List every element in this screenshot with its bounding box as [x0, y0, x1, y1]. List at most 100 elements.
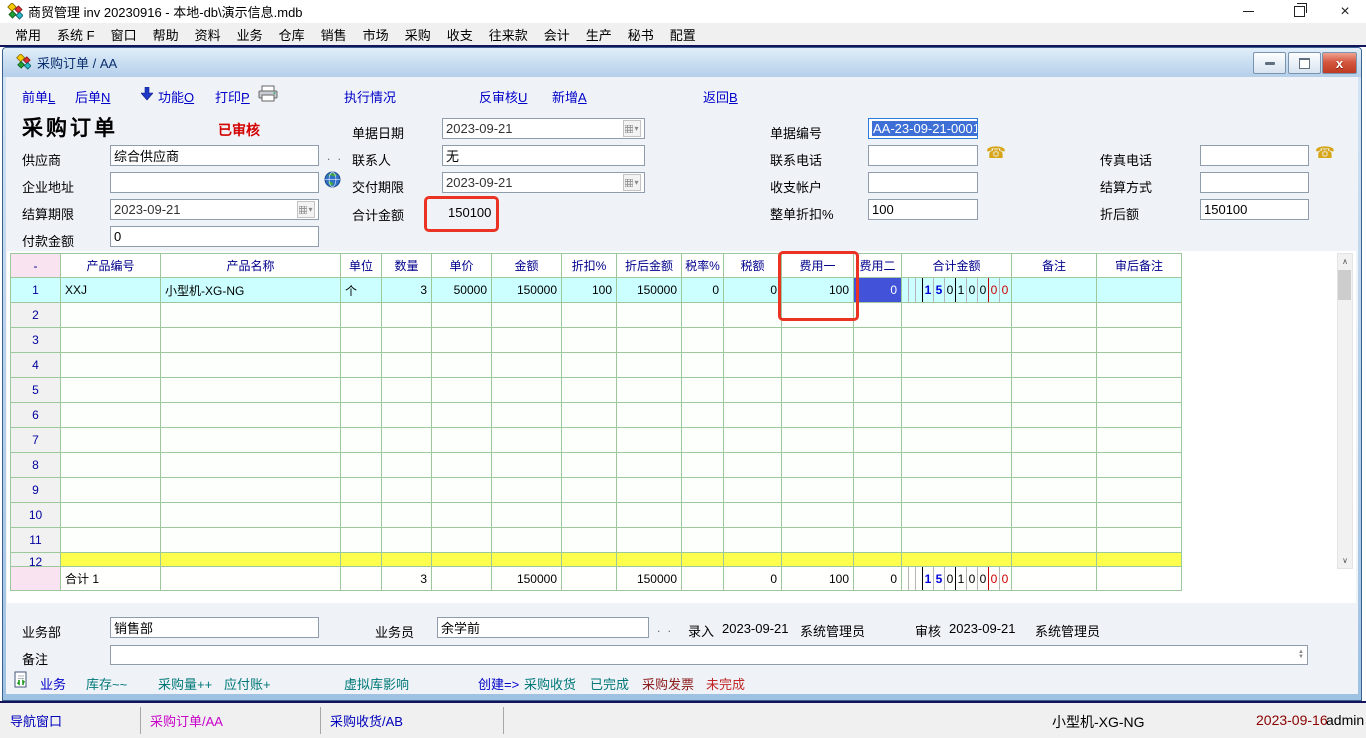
grid-cell[interactable]	[341, 328, 382, 353]
grid-cell[interactable]	[562, 478, 617, 503]
grid-cell-code[interactable]: XXJ	[61, 278, 161, 303]
grid-cell[interactable]	[854, 503, 902, 528]
grid-cell[interactable]	[161, 553, 341, 567]
grid-cell[interactable]	[724, 328, 782, 353]
grid-cell[interactable]	[382, 303, 432, 328]
grid-cell[interactable]	[782, 328, 854, 353]
grid-cell[interactable]	[1012, 553, 1097, 567]
grid-cell[interactable]	[617, 528, 682, 553]
window-close-button[interactable]: ×	[1330, 1, 1360, 22]
grid-cell[interactable]	[562, 303, 617, 328]
grid-cell[interactable]	[1097, 503, 1182, 528]
grid-cell[interactable]	[432, 428, 492, 453]
grid-cell[interactable]	[562, 428, 617, 453]
row-number-cell[interactable]: 2	[11, 303, 61, 328]
contact-input[interactable]: 无	[442, 145, 645, 166]
grid-cell[interactable]	[492, 303, 562, 328]
toolbar-link[interactable]: 新增A	[552, 87, 587, 106]
grid-cell[interactable]	[161, 378, 341, 403]
scrollbar-thumb[interactable]	[1338, 270, 1351, 300]
grid-cell[interactable]	[161, 528, 341, 553]
grid-cell[interactable]	[1012, 378, 1097, 403]
grid-cell[interactable]	[1097, 453, 1182, 478]
grid-cell[interactable]	[682, 403, 724, 428]
grid-cell[interactable]	[854, 328, 902, 353]
grid-cell[interactable]	[682, 428, 724, 453]
phone-icon[interactable]: ☎	[1315, 146, 1335, 162]
grid-cell[interactable]	[902, 553, 1012, 567]
window-minimize-button[interactable]	[1233, 1, 1263, 22]
mdi-minimize-button[interactable]	[1253, 52, 1286, 74]
grid-cell[interactable]	[432, 353, 492, 378]
footer-link[interactable]: 库存~~	[86, 674, 127, 693]
mdi-maximize-button[interactable]	[1288, 52, 1321, 74]
grid-cell-qty[interactable]: 3	[382, 278, 432, 303]
grid-cell[interactable]	[161, 353, 341, 378]
phone-icon[interactable]: ☎	[986, 146, 1006, 162]
grid-cell[interactable]	[782, 403, 854, 428]
spinner-control[interactable]: ▲▼	[1298, 650, 1304, 660]
taskbar-item[interactable]: 导航窗口	[0, 707, 140, 734]
grid-cell[interactable]	[724, 503, 782, 528]
grid-cell[interactable]	[562, 403, 617, 428]
grid-cell[interactable]	[724, 478, 782, 503]
grid-cell[interactable]	[682, 503, 724, 528]
grid-cell[interactable]	[382, 478, 432, 503]
grid-cell[interactable]	[341, 353, 382, 378]
footer-link[interactable]: 虚拟库影响	[344, 674, 409, 693]
grid-cell[interactable]	[562, 553, 617, 567]
grid-cell[interactable]	[1097, 303, 1182, 328]
grid-cell[interactable]	[341, 478, 382, 503]
menu-item[interactable]: 收支	[440, 23, 480, 46]
footer-link[interactable]: 业务	[40, 674, 66, 693]
settle-deadline-input[interactable]: 2023-09-21 ▾	[110, 199, 319, 220]
toolbar-link[interactable]: 后单N	[75, 87, 110, 106]
grid-cell[interactable]	[617, 328, 682, 353]
grid-cell[interactable]	[61, 303, 161, 328]
grid-cell[interactable]	[782, 478, 854, 503]
footer-link[interactable]: 采购收货	[524, 674, 576, 693]
grid-cell[interactable]	[854, 478, 902, 503]
grid-cell[interactable]	[782, 378, 854, 403]
toolbar-link[interactable]: 功能O	[158, 87, 194, 106]
menu-item[interactable]: 销售	[314, 23, 354, 46]
grid-cell[interactable]	[617, 453, 682, 478]
grid-cell[interactable]	[724, 453, 782, 478]
footer-link[interactable]: 采购发票	[642, 674, 694, 693]
grid-cell-discount[interactable]: 100	[562, 278, 617, 303]
grid-cell[interactable]	[562, 528, 617, 553]
grid-cell[interactable]	[782, 453, 854, 478]
taskbar-item[interactable]: 采购收货/AB	[320, 707, 503, 734]
toolbar-link[interactable]: 打印P	[215, 87, 250, 106]
grid-cell[interactable]	[492, 428, 562, 453]
row-number-cell[interactable]: 7	[11, 428, 61, 453]
globe-icon[interactable]	[324, 171, 341, 188]
grid-cell[interactable]	[432, 453, 492, 478]
account-input[interactable]	[868, 172, 978, 193]
grid-cell-remark[interactable]	[1012, 278, 1097, 303]
grid-cell[interactable]	[617, 553, 682, 567]
grid-cell[interactable]	[382, 378, 432, 403]
grid-cell[interactable]	[341, 453, 382, 478]
grid-cell[interactable]	[61, 328, 161, 353]
grid-cell[interactable]	[902, 378, 1012, 403]
calendar-dropdown-button[interactable]: ▾	[623, 174, 641, 191]
grid-cell[interactable]	[682, 353, 724, 378]
menu-item[interactable]: 秘书	[621, 23, 661, 46]
grid-cell[interactable]	[161, 303, 341, 328]
grid-cell[interactable]	[617, 378, 682, 403]
grid-cell[interactable]	[724, 553, 782, 567]
grid-cell[interactable]	[382, 328, 432, 353]
grid-cell[interactable]	[161, 428, 341, 453]
grid-cell[interactable]	[562, 328, 617, 353]
grid-cell[interactable]	[382, 553, 432, 567]
taskbar-item[interactable]: 采购订单/AA	[140, 707, 320, 734]
grid-cell[interactable]	[782, 503, 854, 528]
grid-cell[interactable]	[682, 453, 724, 478]
grid-cell[interactable]	[854, 553, 902, 567]
calendar-dropdown-button[interactable]: ▾	[297, 201, 315, 218]
grid-cell-tax-rate[interactable]: 0	[682, 278, 724, 303]
grid-cell[interactable]	[1097, 328, 1182, 353]
grid-cell[interactable]	[382, 428, 432, 453]
doc-date-input[interactable]: 2023-09-21 ▾	[442, 118, 645, 139]
